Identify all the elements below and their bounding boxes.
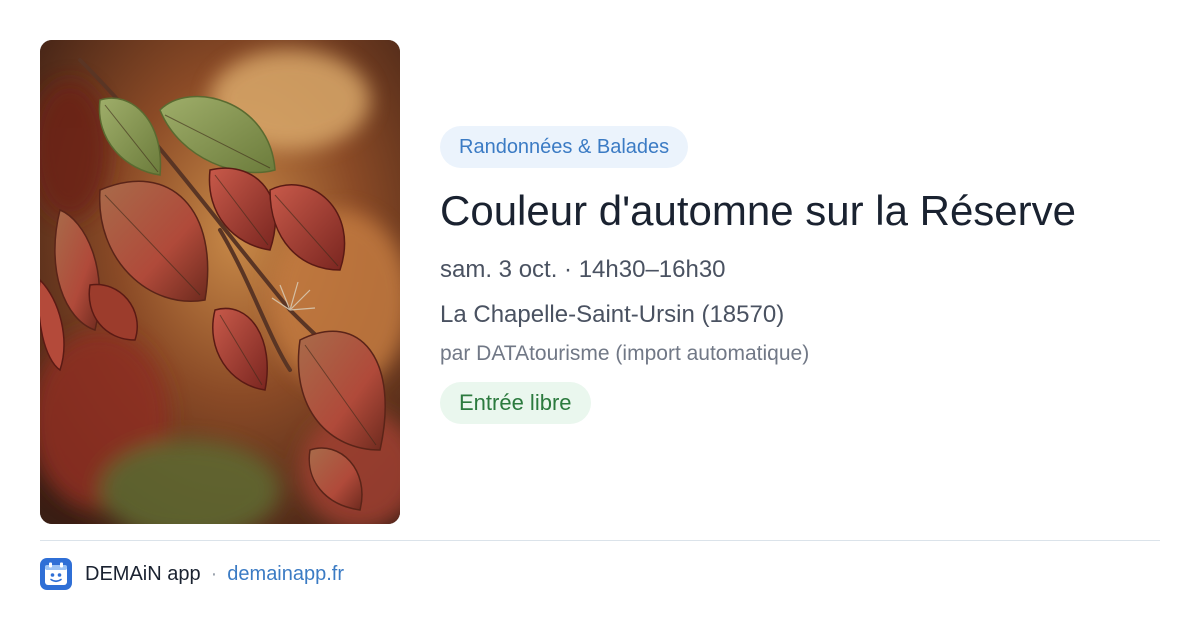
category-badge[interactable]: Randonnées & Balades	[440, 126, 689, 168]
autumn-leaves-image	[40, 40, 400, 524]
event-title[interactable]: Couleur d'automne sur la Réserve	[440, 184, 1160, 238]
event-info: Randonnées & Balades Couleur d'automne s…	[440, 126, 1160, 424]
app-name: DEMAiN app	[85, 562, 201, 585]
footer-separator: ·	[210, 562, 218, 585]
event-location: La Chapelle-Saint-Ursin (18570)	[440, 301, 785, 328]
event-organizer: par DATAtourisme (import automatique)	[440, 342, 810, 365]
footer: DEMAiN app · demainapp.fr	[40, 558, 344, 590]
event-datetime: sam. 3 oct. · 14h30–16h30	[440, 256, 726, 283]
event-card[interactable]: Randonnées & Balades Couleur d'automne s…	[0, 0, 1200, 630]
site-link[interactable]: demainapp.fr	[227, 563, 344, 586]
footer-divider	[40, 540, 1160, 541]
price-badge: Entrée libre	[440, 382, 591, 424]
event-photo	[40, 40, 400, 524]
demain-app-logo-icon[interactable]	[40, 558, 72, 590]
